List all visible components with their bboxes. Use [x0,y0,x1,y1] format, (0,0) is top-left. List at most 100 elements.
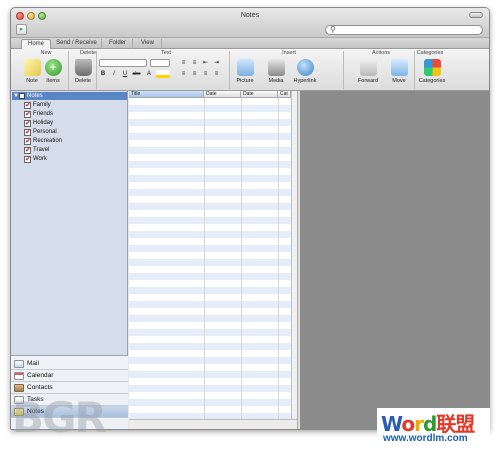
insert-media-label: Media [268,78,284,84]
ribbon: New Delete Text Insert Actions Categorie… [11,49,489,91]
folder-sidebar: ▼ Notes Family Friends Holiday Personal … [11,91,128,429]
strikethrough-button[interactable]: abc [131,70,142,78]
highlight-button[interactable] [156,70,170,78]
delete-label: Delete [75,78,91,84]
column-header-title[interactable]: Title [129,91,204,98]
column-header-categories[interactable]: Cat [278,91,291,98]
window-title: Notes [240,12,260,19]
new-note-label: Note [26,78,38,84]
toolbar-toggle-button[interactable] [469,12,483,18]
category-checkbox[interactable] [24,101,31,110]
sidebar-item-travel[interactable]: Travel [24,146,49,155]
notes-checkbox[interactable] [19,93,25,99]
insert-picture-button[interactable]: Picture [233,59,257,84]
search-field[interactable]: ⚲ [325,25,483,35]
indent-icon[interactable]: ⇥ [212,59,221,67]
category-checkbox[interactable] [24,110,31,119]
sidebar-item-notes-root[interactable]: ▼ Notes [12,92,127,100]
group-label-actions: Actions [371,50,391,56]
site-watermark: Word联盟 www.wordlm.com [377,408,490,448]
ribbon-separator [343,51,344,89]
nav-label: Mail [27,360,39,367]
category-checkbox[interactable] [24,155,31,164]
category-checkbox[interactable] [24,119,31,128]
group-label-categories: Categories [416,50,444,56]
new-items-label: Items [46,78,60,84]
sidebar-item-family[interactable]: Family [24,101,51,110]
bold-button[interactable]: B [99,70,107,78]
group-label-text: Text [160,50,172,56]
insert-picture-label: Picture [236,78,254,84]
bullets-icon[interactable]: ≡ [179,59,188,67]
tab-folder[interactable]: Folder [103,39,133,49]
nav-label: Contacts [27,384,53,391]
numbering-icon[interactable]: ≡ [190,59,199,67]
align-center-icon[interactable]: ≡ [190,70,199,78]
sidebar-item-personal[interactable]: Personal [24,128,57,137]
forward-button[interactable]: Forward [356,59,380,84]
justify-icon[interactable]: ≡ [212,70,221,78]
align-right-icon[interactable]: ≡ [201,70,210,78]
sidebar-item-recreation[interactable]: Recreation [24,137,62,146]
sidebar-item-label: Personal [33,129,57,135]
categories-icon [423,59,441,76]
notes-list[interactable]: Title Date Date Cat [129,91,291,419]
sidebar-item-work[interactable]: Work [24,155,47,164]
tab-send-receive[interactable]: Send / Receive [52,39,102,49]
globe-icon [296,59,314,76]
new-note-button[interactable]: Note [23,59,41,84]
categorize-button[interactable]: Categories [415,59,449,84]
delete-button[interactable]: Delete [74,59,92,84]
sidebar-item-label: Friends [33,111,54,117]
column-header-date-created[interactable]: Date [204,91,241,98]
nav-calendar[interactable]: Calendar [11,370,128,382]
picture-icon [236,59,254,76]
sidebar-item-holiday[interactable]: Holiday [24,119,53,128]
tab-home[interactable]: Home [21,39,51,49]
align-left-icon[interactable]: ≡ [179,70,188,78]
list-horizontal-scrollbar[interactable] [129,419,297,429]
nav-mail[interactable]: Mail [11,358,128,370]
search-icon: ⚲ [330,25,336,34]
notes-window: Notes ▸ ⚲ Home Send / Receive Folder Vie… [10,7,490,430]
font-name-dropdown[interactable] [99,59,147,67]
list-rows [129,98,291,419]
calendar-icon [14,372,24,380]
font-size-dropdown[interactable] [150,59,170,67]
insert-hyperlink-label: Hyperlink [293,78,317,84]
bgr-watermark: BGR [12,393,107,442]
ribbon-separator [68,51,69,89]
forward-label: Forward [357,78,379,84]
contacts-icon [14,384,24,392]
outdent-icon[interactable]: ⇤ [201,59,210,67]
insert-media-button[interactable]: Media [264,59,288,84]
mail-icon [14,360,24,368]
tab-view[interactable]: View [134,39,162,49]
category-checkbox[interactable] [24,137,31,146]
new-items-button[interactable]: + Items [44,59,62,84]
column-divider [204,98,205,419]
nav-label: Calendar [27,372,54,379]
column-header-date-modified[interactable]: Date [241,91,278,98]
insert-hyperlink-button[interactable]: Hyperlink [292,59,318,84]
pencil-note-icon [23,59,41,76]
font-color-button[interactable]: A [145,70,153,78]
folder-icon [390,59,408,76]
title-bar: Notes ▸ ⚲ [11,8,489,38]
underline-button[interactable]: U [121,70,129,78]
move-button[interactable]: Move [388,59,410,84]
ribbon-tab-bar: Home Send / Receive Folder View [11,38,489,49]
sidebar-item-label: Family [33,102,51,108]
sidebar-item-friends[interactable]: Friends [24,110,53,119]
trash-icon [74,59,92,76]
category-checkbox[interactable] [24,128,31,137]
italic-button[interactable]: I [110,70,118,78]
site-watermark-url: www.wordlm.com [383,433,468,444]
sidebar-item-label: Travel [33,147,50,153]
sidebar-item-label: Work [33,156,47,162]
quick-access-icon[interactable]: ▸ [16,24,27,35]
reading-pane [300,91,489,429]
add-icon: + [44,59,62,76]
category-checkbox[interactable] [24,146,31,155]
group-label-insert: Insert [282,50,296,56]
